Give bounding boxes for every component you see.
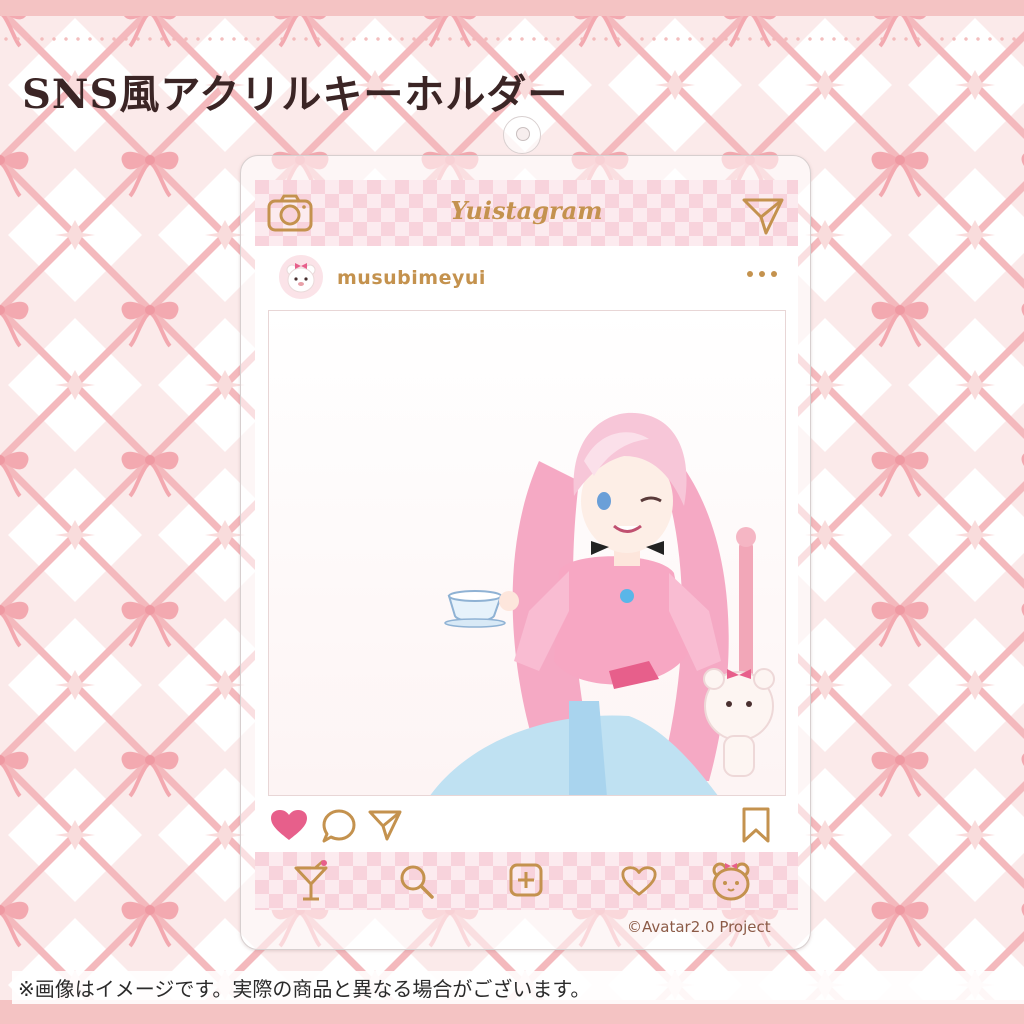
bear-icon[interactable]: [709, 858, 753, 902]
bear-avatar[interactable]: [279, 255, 323, 299]
bookmark-icon[interactable]: [741, 806, 771, 844]
post-actions: [255, 800, 798, 850]
post-header: musubimeyui: [255, 246, 798, 308]
comment-icon[interactable]: [321, 808, 357, 844]
keychain-hole: [516, 127, 530, 141]
heart-icon[interactable]: [620, 864, 658, 898]
app-header: Yuistagram: [255, 180, 798, 246]
app-title: Yuistagram: [450, 196, 603, 225]
top-band: [0, 0, 1024, 16]
post-photo[interactable]: [268, 310, 786, 796]
more-options-icon[interactable]: [745, 264, 779, 284]
disclaimer-note: ※画像はイメージです。実際の商品と異なる場合がございます。: [12, 971, 1024, 1004]
character-illustration: [430, 412, 775, 795]
cocktail-icon[interactable]: [293, 860, 329, 902]
search-icon[interactable]: [397, 862, 435, 900]
plus-square-icon[interactable]: [508, 862, 544, 898]
send-icon[interactable]: [367, 808, 403, 842]
copyright-text: ©Avatar2.0 Project: [627, 918, 771, 936]
page-headline: SNS風アクリルキーホルダー: [22, 71, 569, 118]
heart-icon-filled[interactable]: [269, 808, 309, 842]
username[interactable]: musubimeyui: [337, 267, 486, 289]
bottom-nav: [255, 852, 798, 910]
keychain-ring: [503, 116, 541, 154]
send-icon[interactable]: [741, 196, 785, 236]
dotted-border: [0, 34, 1024, 44]
app-mockup: Yuistagram musubimeyui: [255, 180, 798, 910]
